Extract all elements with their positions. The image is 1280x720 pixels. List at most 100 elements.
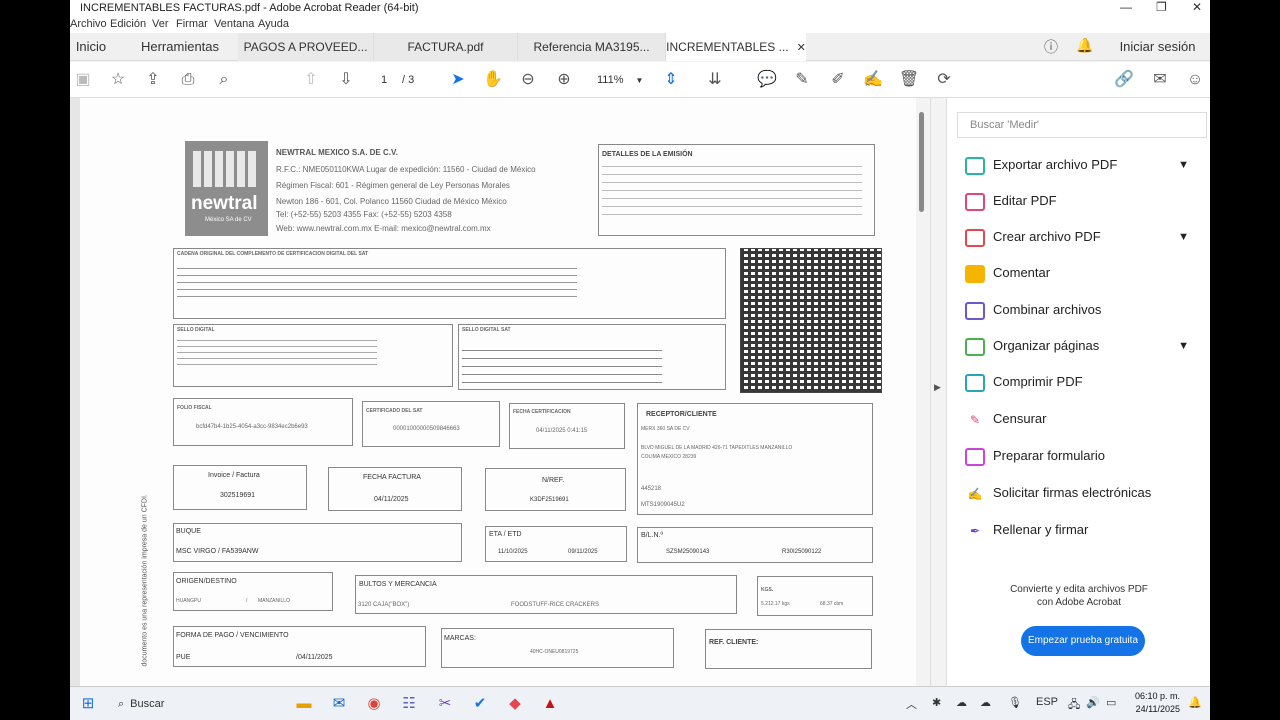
acrobat-reader-icon[interactable]: ▲ <box>540 694 560 714</box>
windows-taskbar: ⊞ ⌕ Buscar ▬ ✉ ◉ ☷ ✂ ✔ ◆ ▲ ︿ ✱ ☁ ☁ 🎙 ESP … <box>70 686 1210 720</box>
receptor-city: COLIMA MEXICO 28239 <box>641 454 697 460</box>
highlight-pen-icon[interactable]: ✎ <box>791 70 813 92</box>
windows-start-icon[interactable]: ⊞ <box>78 694 98 714</box>
tab-factura[interactable]: FACTURA.pdf <box>374 33 518 61</box>
star-icon[interactable]: ☆ <box>107 70 129 92</box>
chevron-down-icon[interactable]: ▼ <box>1178 154 1189 176</box>
tool-organizar[interactable]: Organizar páginas ▼ <box>965 335 1205 361</box>
sello-sat-box: SELLO DIGITAL SAT <box>458 324 726 390</box>
tool-exportar-pdf[interactable]: Exportar archivo PDF ▼ <box>965 154 1205 180</box>
tab-inicio[interactable]: Inicio <box>70 33 112 61</box>
maximize-icon[interactable]: ❐ <box>1156 0 1167 14</box>
teams-icon[interactable]: ☷ <box>399 694 419 714</box>
tool-comprimir[interactable]: Comprimir PDF <box>965 371 1205 397</box>
menu-archivo[interactable]: Archivo <box>70 18 107 30</box>
sign-icon[interactable]: ✍ <box>862 70 884 92</box>
snipping-tool-icon[interactable]: ✂ <box>435 694 455 714</box>
fecha-certificacion-value: 04/11/2025 0:41:15 <box>536 428 588 434</box>
account-icon[interactable]: ☺ <box>1184 70 1206 92</box>
file-explorer-icon[interactable]: ▬ <box>294 694 314 714</box>
outlook-icon[interactable]: ✉ <box>329 694 349 714</box>
zoom-in-icon[interactable]: ⊕ <box>553 70 575 92</box>
taskbar-search[interactable]: ⌕ Buscar <box>110 692 270 716</box>
scroll-mode-icon[interactable]: ⇊ <box>704 70 726 92</box>
tray-chevron-up-icon[interactable]: ︿ <box>906 696 917 712</box>
collapse-panel-icon[interactable]: ▶ <box>934 382 941 393</box>
zoom-search-icon[interactable]: ⌕ <box>213 70 235 92</box>
bluetooth-icon[interactable]: ✱ <box>932 696 941 709</box>
notification-bell-icon[interactable]: 🔔 <box>1076 37 1093 54</box>
menu-ventana[interactable]: Ventana <box>214 18 254 30</box>
vertical-scrollbar[interactable] <box>916 98 930 686</box>
tool-rellenar-firmar[interactable]: ✒ Rellenar y firmar <box>965 519 1205 545</box>
chrome-icon[interactable]: ◉ <box>364 694 384 714</box>
rotate-icon[interactable]: ⟳ <box>933 70 955 92</box>
save-icon[interactable]: ▣ <box>72 70 94 92</box>
tool-search-input[interactable]: Buscar 'Medir' <box>957 112 1207 138</box>
cbm-value: 68.37 cbm <box>820 601 844 607</box>
language-indicator[interactable]: ESP <box>1036 696 1058 708</box>
email-icon[interactable]: ✉ <box>1149 70 1171 92</box>
tool-label: Comentar <box>993 265 1051 280</box>
compress-pdf-icon <box>965 373 985 392</box>
chevron-down-icon[interactable]: ▼ <box>1178 335 1189 357</box>
tab-referencia[interactable]: Referencia MA3195... <box>518 33 666 61</box>
todo-icon[interactable]: ✔ <box>470 694 490 714</box>
system-clock[interactable]: 06:10 p. m. 24/11/2025 <box>1120 690 1180 716</box>
onedrive-icon[interactable]: ☁ <box>980 696 991 709</box>
network-icon[interactable]: 🖧 <box>1068 696 1080 715</box>
tool-censurar[interactable]: ✎ Censurar <box>965 408 1205 434</box>
signin-button[interactable]: Iniciar sesión <box>1110 33 1205 61</box>
acrobat-pro-icon[interactable]: ◆ <box>505 694 525 714</box>
bultos-value: 3120 CAJA("BOX") <box>358 602 410 608</box>
upload-cloud-icon[interactable]: ⇪ <box>142 70 164 92</box>
menu-edicion[interactable]: Edición <box>110 18 146 30</box>
tool-combinar[interactable]: Combinar archivos <box>965 299 1205 325</box>
battery-icon[interactable]: ▭ <box>1106 696 1116 709</box>
scroll-thumb[interactable] <box>919 112 924 212</box>
tab-herramientas[interactable]: Herramientas <box>122 33 238 61</box>
tool-crear-pdf[interactable]: Crear archivo PDF ▼ <box>965 226 1205 252</box>
hand-tool-icon[interactable]: ✋ <box>482 70 504 92</box>
draw-icon[interactable]: ✐ <box>827 70 849 92</box>
tab-incrementables[interactable]: INCREMENTABLES ... ✕ <box>666 33 806 61</box>
menu-ver[interactable]: Ver <box>152 18 169 30</box>
share-link-icon[interactable]: 🔗 <box>1113 70 1135 92</box>
tab-close-icon[interactable]: ✕ <box>797 42 806 54</box>
volume-icon[interactable]: 🔊 <box>1086 696 1100 709</box>
help-icon[interactable]: ⓘ <box>1044 37 1058 57</box>
zoom-select[interactable]: 111% ▼ <box>585 70 645 90</box>
cloud-icon[interactable]: ☁ <box>956 696 967 709</box>
receptor-rfc: MTS1909045U2 <box>641 502 685 508</box>
document-area[interactable]: newtral México SA de CV NEWTRAL MEXICO S… <box>70 98 930 698</box>
tool-solicitar-firmas[interactable]: ✍ Solicitar firmas electrónicas <box>965 482 1205 508</box>
comment-icon[interactable]: 💬 <box>756 70 778 92</box>
fit-page-icon[interactable]: ⇕ <box>660 70 682 92</box>
microphone-icon[interactable]: 🎙 <box>1008 696 1022 709</box>
tool-preparar-formulario[interactable]: Preparar formulario <box>965 445 1205 471</box>
menu-firmar[interactable]: Firmar <box>176 18 208 30</box>
chevron-down-icon[interactable]: ▼ <box>1178 226 1189 248</box>
tab-pagos[interactable]: PAGOS A PROVEED... <box>238 33 374 61</box>
buque-box: BUQUE MSC VIRGO / FA539ANW <box>173 523 462 562</box>
free-trial-button[interactable]: Empezar prueba gratuita <box>1021 626 1145 656</box>
minimize-icon[interactable]: — <box>1120 0 1132 14</box>
menu-bar: Archivo Edición Ver Firmar Ventana Ayuda <box>70 16 1210 33</box>
notifications-icon[interactable]: 🔔 <box>1188 696 1202 709</box>
prev-page-icon[interactable]: ⇧ <box>300 70 322 92</box>
ref-cliente-box: REF. CLIENTE: <box>705 629 872 669</box>
next-page-icon[interactable]: ⇩ <box>335 70 357 92</box>
delete-icon[interactable]: 🗑 <box>898 70 920 92</box>
tool-comentar[interactable]: Comentar <box>965 262 1205 288</box>
qr-code <box>740 248 882 393</box>
tool-label: Preparar formulario <box>993 448 1105 463</box>
cadena-original-box: CADENA ORIGINAL DEL COMPLEMENTO DE CERTI… <box>173 248 726 319</box>
buque-label: BUQUE <box>176 528 201 535</box>
tool-editar-pdf[interactable]: Editar PDF <box>965 190 1205 216</box>
select-cursor-icon[interactable]: ➤ <box>447 70 469 92</box>
print-icon[interactable]: ⎙ <box>177 70 199 92</box>
page-number-input[interactable]: 1 <box>370 70 398 90</box>
zoom-out-icon[interactable]: ⊖ <box>517 70 539 92</box>
menu-ayuda[interactable]: Ayuda <box>258 18 289 30</box>
close-icon[interactable]: ✕ <box>1192 0 1202 14</box>
